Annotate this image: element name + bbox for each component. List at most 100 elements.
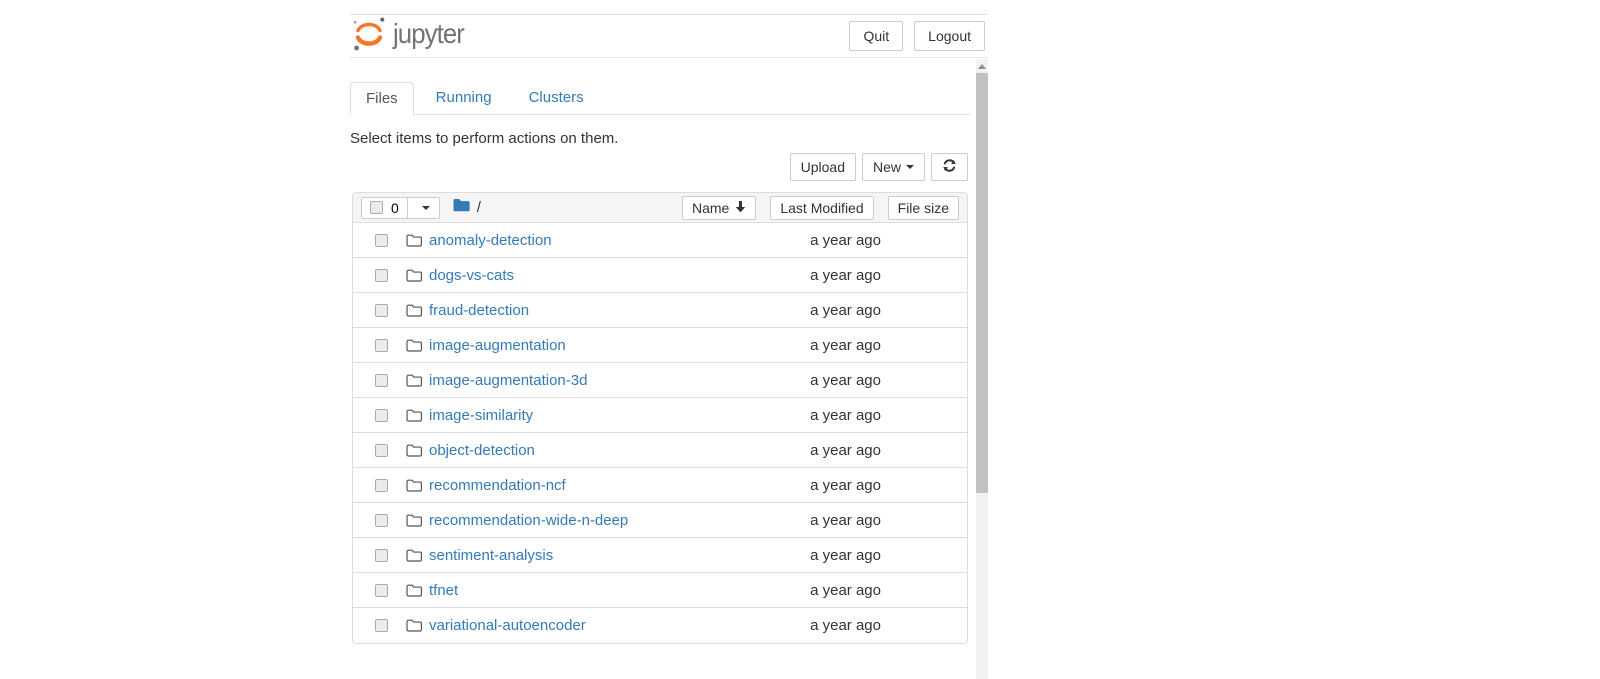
file-row: recommendation-wide-n-deep a year ago xyxy=(353,503,967,538)
folder-outline-icon xyxy=(406,549,422,562)
file-row: image-similarity a year ago xyxy=(353,398,967,433)
file-row: object-detection a year ago xyxy=(353,433,967,468)
last-modified-value: a year ago xyxy=(810,477,881,494)
file-row: variational-autoencoder a year ago xyxy=(353,608,967,643)
arrow-down-icon xyxy=(735,200,746,216)
file-row: image-augmentation a year ago xyxy=(353,328,967,363)
row-checkbox[interactable] xyxy=(375,514,388,527)
jupyter-file-browser: jupyter Quit Logout Files Running Cluste… xyxy=(350,0,988,679)
folder-link[interactable]: image-augmentation-3d xyxy=(429,372,587,389)
folder-link[interactable]: object-detection xyxy=(429,442,535,459)
folder-outline-icon xyxy=(406,234,422,247)
row-checkbox[interactable] xyxy=(375,374,388,387)
file-list: anomaly-detection a year ago dogs-vs-cat… xyxy=(353,223,967,643)
select-all-group: 0 xyxy=(361,197,440,219)
jupyter-logo[interactable]: jupyter xyxy=(351,15,470,57)
file-row: sentiment-analysis a year ago xyxy=(353,538,967,573)
last-modified-value: a year ago xyxy=(810,547,881,564)
tab-bar: Files Running Clusters xyxy=(350,82,970,115)
folder-link[interactable]: sentiment-analysis xyxy=(429,547,553,564)
folder-link[interactable]: fraud-detection xyxy=(429,302,529,319)
file-row: image-augmentation-3d a year ago xyxy=(353,363,967,398)
folder-link[interactable]: image-similarity xyxy=(429,407,533,424)
last-modified-value: a year ago xyxy=(810,442,881,459)
last-modified-value: a year ago xyxy=(810,617,881,634)
folder-outline-icon xyxy=(406,619,422,632)
row-checkbox[interactable] xyxy=(375,304,388,317)
last-modified-value: a year ago xyxy=(810,407,881,424)
row-checkbox[interactable] xyxy=(375,269,388,282)
main-content: Files Running Clusters Select items to p… xyxy=(350,58,970,644)
tab-files[interactable]: Files xyxy=(350,82,414,115)
jupyter-logo-icon xyxy=(351,15,387,57)
selected-count: 0 xyxy=(391,200,399,216)
folder-outline-icon xyxy=(406,584,422,597)
last-modified-value: a year ago xyxy=(810,512,881,529)
logout-button[interactable]: Logout xyxy=(914,21,985,51)
folder-link[interactable]: variational-autoencoder xyxy=(429,617,586,634)
refresh-button[interactable] xyxy=(931,153,968,181)
logo-text: jupyter xyxy=(393,20,464,52)
folder-link[interactable]: tfnet xyxy=(429,582,458,599)
folder-outline-icon xyxy=(406,374,422,387)
breadcrumb: / xyxy=(453,198,481,217)
app-header: jupyter Quit Logout xyxy=(350,14,988,58)
select-dropdown-button[interactable] xyxy=(407,197,440,219)
folder-icon xyxy=(453,198,470,217)
sort-name-button[interactable]: Name xyxy=(682,196,756,220)
folder-outline-icon xyxy=(406,479,422,492)
scrollbar-thumb[interactable] xyxy=(976,73,988,493)
folder-outline-icon xyxy=(406,444,422,457)
refresh-icon xyxy=(942,158,957,176)
folder-outline-icon xyxy=(406,339,422,352)
folder-link[interactable]: image-augmentation xyxy=(429,337,566,354)
row-checkbox[interactable] xyxy=(375,479,388,492)
file-row: tfnet a year ago xyxy=(353,573,967,608)
last-modified-value: a year ago xyxy=(810,372,881,389)
list-header: 0 / Name xyxy=(353,193,967,223)
caret-down-icon xyxy=(906,165,914,169)
row-checkbox[interactable] xyxy=(375,234,388,247)
folder-link[interactable]: anomaly-detection xyxy=(429,232,552,249)
file-row: recommendation-ncf a year ago xyxy=(353,468,967,503)
sort-last-modified-button[interactable]: Last Modified xyxy=(770,196,873,220)
folder-outline-icon xyxy=(406,269,422,282)
last-modified-value: a year ago xyxy=(810,337,881,354)
select-all-checkbox[interactable] xyxy=(370,201,383,214)
last-modified-value: a year ago xyxy=(810,582,881,599)
last-modified-value: a year ago xyxy=(810,232,881,249)
file-row: fraud-detection a year ago xyxy=(353,293,967,328)
row-checkbox[interactable] xyxy=(375,339,388,352)
sort-name-label: Name xyxy=(692,200,729,216)
last-modified-value: a year ago xyxy=(810,267,881,284)
tab-running[interactable]: Running xyxy=(421,82,507,114)
breadcrumb-root-link[interactable]: / xyxy=(477,199,481,216)
folder-link[interactable]: recommendation-wide-n-deep xyxy=(429,512,628,529)
sort-file-size-button[interactable]: File size xyxy=(888,196,959,220)
folder-outline-icon xyxy=(406,514,422,527)
row-checkbox[interactable] xyxy=(375,549,388,562)
new-dropdown-button[interactable]: New xyxy=(862,153,925,181)
folder-link[interactable]: recommendation-ncf xyxy=(429,477,566,494)
instruction-text: Select items to perform actions on them. xyxy=(350,130,970,147)
row-checkbox[interactable] xyxy=(375,444,388,457)
scroll-up-arrow-icon[interactable] xyxy=(978,64,986,69)
caret-down-icon xyxy=(422,206,430,210)
new-dropdown-label: New xyxy=(873,159,901,175)
last-modified-value: a year ago xyxy=(810,302,881,319)
row-checkbox[interactable] xyxy=(375,619,388,632)
header-buttons: Quit Logout xyxy=(849,21,985,51)
row-checkbox[interactable] xyxy=(375,409,388,422)
file-row: dogs-vs-cats a year ago xyxy=(353,258,967,293)
quit-button[interactable]: Quit xyxy=(849,21,903,51)
row-checkbox[interactable] xyxy=(375,584,388,597)
folder-link[interactable]: dogs-vs-cats xyxy=(429,267,514,284)
tab-clusters[interactable]: Clusters xyxy=(514,82,599,114)
toolbar: Upload New xyxy=(350,153,970,181)
select-all-button[interactable]: 0 xyxy=(361,197,408,219)
upload-button[interactable]: Upload xyxy=(790,153,856,181)
vertical-scrollbar[interactable] xyxy=(976,59,988,679)
folder-outline-icon xyxy=(406,409,422,422)
file-row: anomaly-detection a year ago xyxy=(353,223,967,258)
file-table: 0 / Name xyxy=(352,192,968,644)
